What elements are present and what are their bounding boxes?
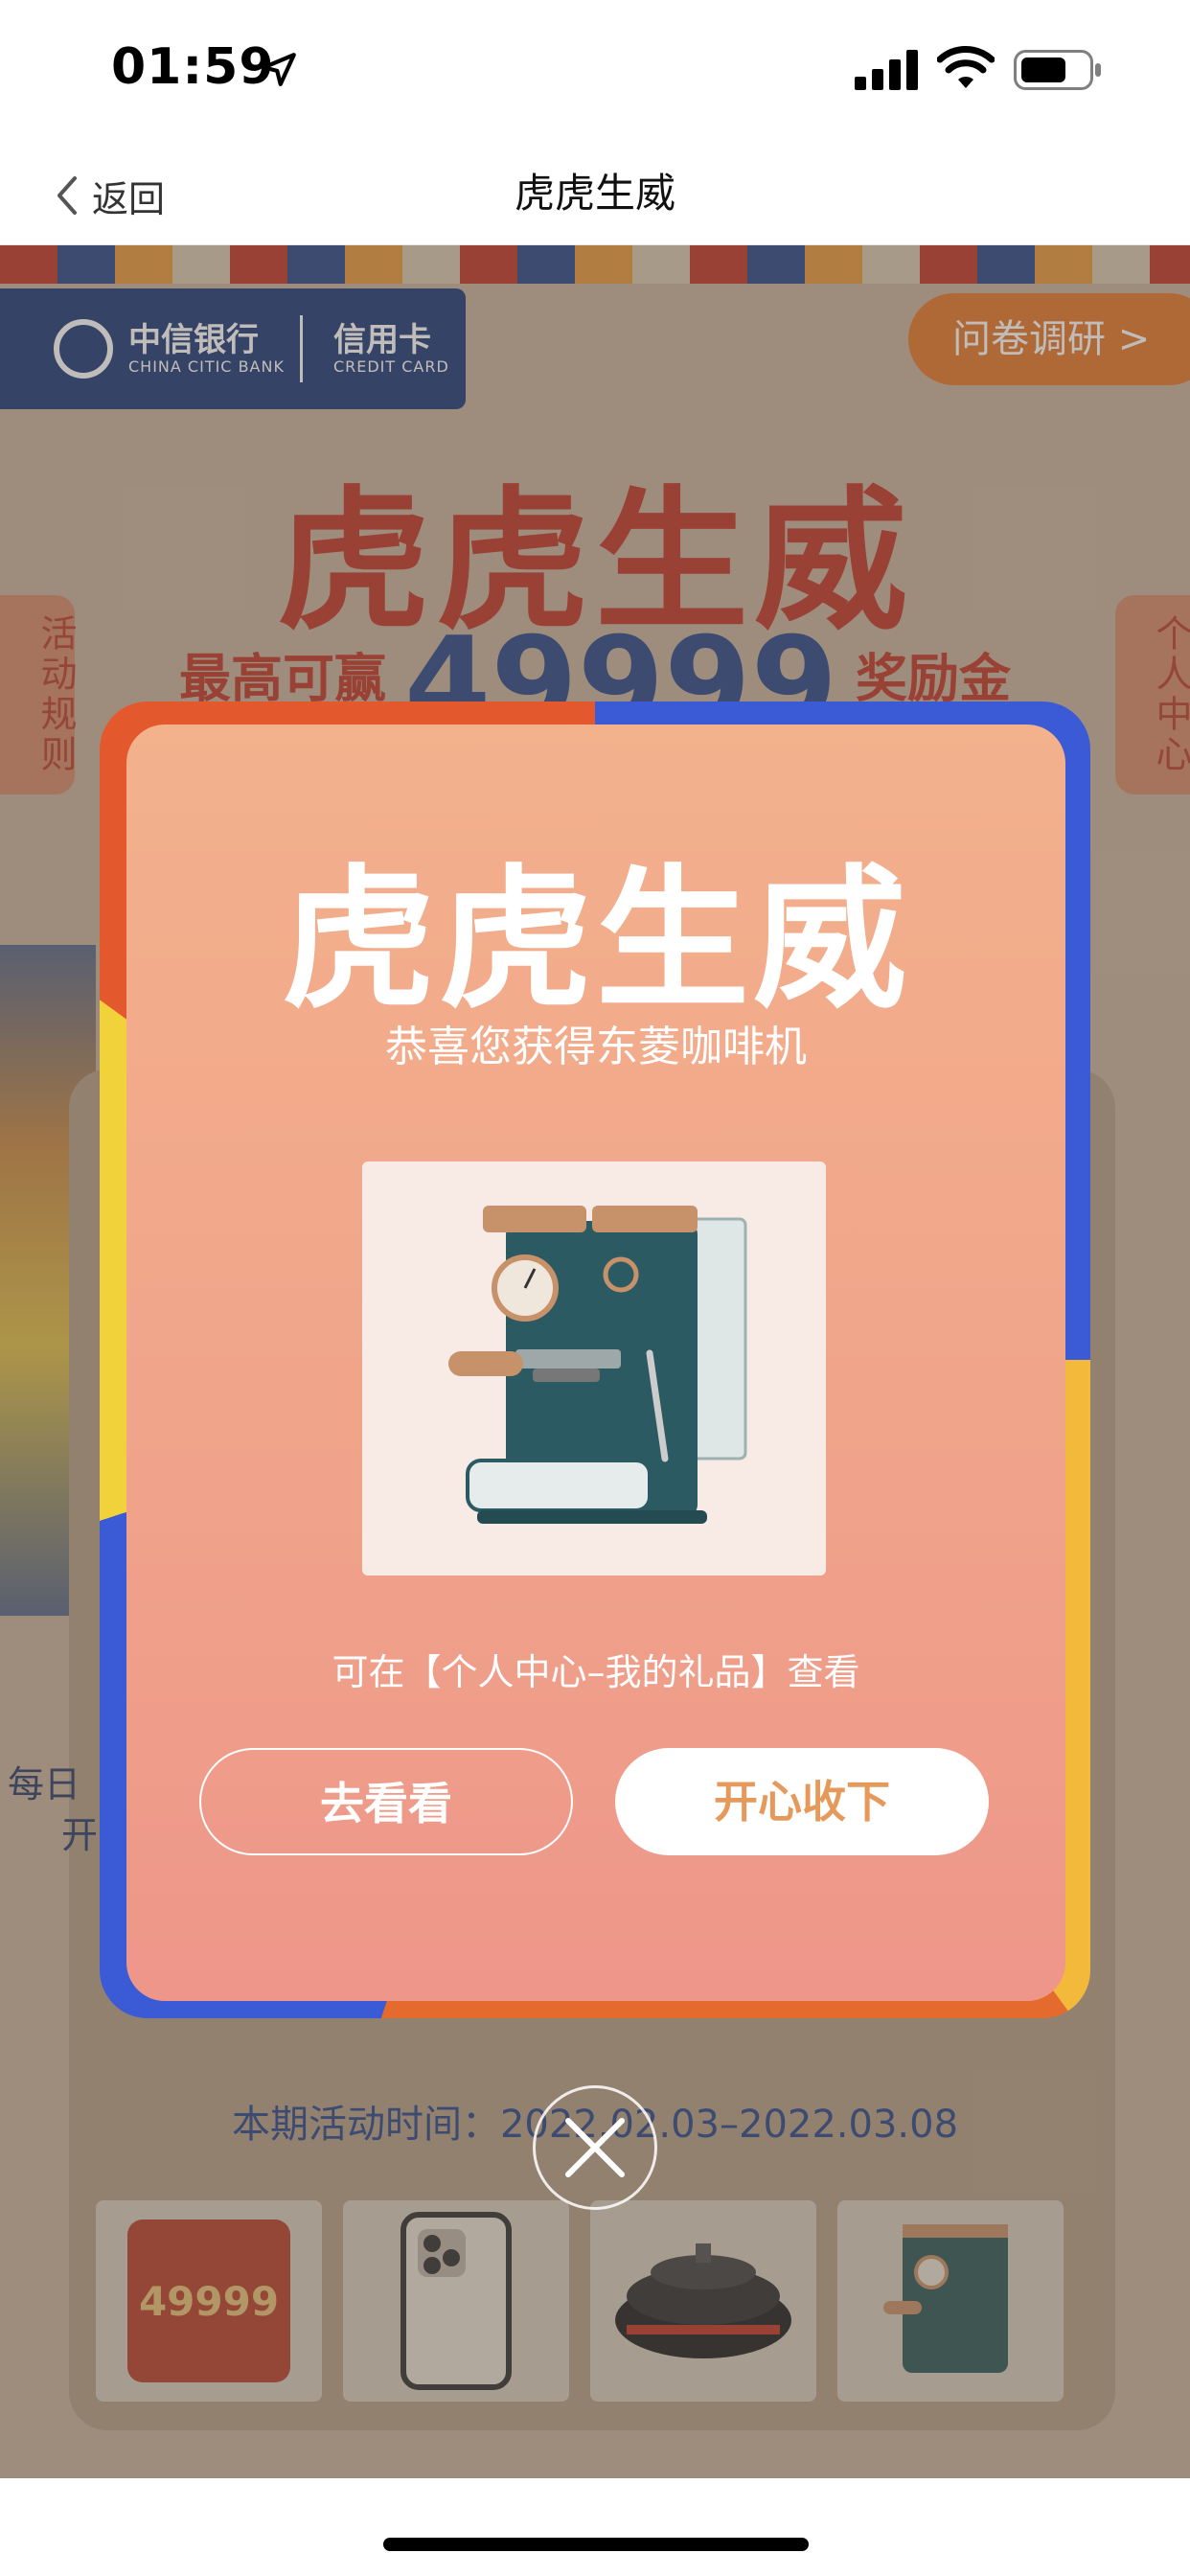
location-arrow-icon <box>262 53 296 86</box>
prize-image <box>362 1162 826 1576</box>
status-time: 01:59 <box>111 38 275 96</box>
home-bar-area <box>0 2478 1190 2576</box>
accept-button[interactable]: 开心收下 <box>615 1748 989 1855</box>
page-title: 虎虎生威 <box>514 170 675 217</box>
close-icon <box>565 2118 625 2177</box>
close-modal-button[interactable] <box>533 2085 657 2210</box>
signal-icon <box>855 50 918 90</box>
congrats-message: 恭喜您获得东菱咖啡机 <box>385 1023 807 1071</box>
prize-modal: 虎虎生威 恭喜您获得东菱咖啡机 可在【个人中心–我的礼品】查看 去看看 开心收下 <box>126 724 1065 2001</box>
status-bar: 01:59 <box>0 0 1190 144</box>
nav-bar: 返回 虎虎生威 <box>0 144 1190 245</box>
wifi-icon <box>937 46 995 88</box>
coffee-machine-icon <box>448 1206 747 1524</box>
home-indicator[interactable] <box>383 2538 809 2551</box>
view-button[interactable]: 去看看 <box>199 1748 573 1855</box>
modal-title: 虎虎生威 <box>281 849 910 1029</box>
battery-icon <box>1014 50 1101 90</box>
gift-hint: 可在【个人中心–我的礼品】查看 <box>332 1651 860 1693</box>
